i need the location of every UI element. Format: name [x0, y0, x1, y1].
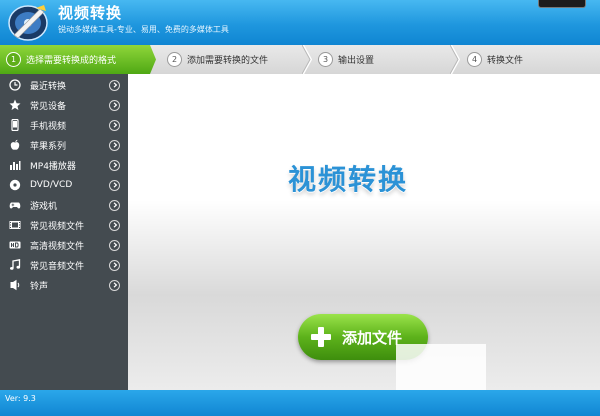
- sidebar-item-common-video-files[interactable]: 常见视频文件: [0, 215, 128, 235]
- title-bar: 视频转换 锐动多媒体工具-专业、易用、免费的多媒体工具: [0, 0, 600, 45]
- sidebar-item-game-console[interactable]: 游戏机: [0, 195, 128, 215]
- sidebar-item-label: 苹果系列: [30, 141, 67, 152]
- step-1-select-format[interactable]: 1 选择需要转换成的格式: [0, 45, 156, 74]
- mp4-player-icon: [10, 161, 21, 170]
- chevron-right-icon: [109, 239, 120, 251]
- sidebar-item-label: 手机视频: [30, 121, 67, 132]
- chevron-right-icon: [109, 259, 120, 271]
- sidebar-item-label: 常见视频文件: [30, 221, 85, 232]
- chevron-right-icon: [109, 79, 120, 91]
- version-label: Ver: 9.3: [5, 394, 36, 403]
- step-label: 输出设置: [338, 56, 375, 66]
- chevron-right-icon: [109, 279, 120, 291]
- step-number-badge: 2: [167, 52, 182, 67]
- chevron-right-icon: [109, 219, 120, 231]
- sidebar-item-label: MP4播放器: [30, 161, 76, 172]
- chevron-right-icon: [109, 199, 120, 211]
- step-3-output-settings[interactable]: 3 输出设置: [318, 45, 374, 74]
- sidebar-item-label: 铃声: [30, 281, 49, 292]
- app-subtitle: 锐动多媒体工具-专业、易用、免费的多媒体工具: [58, 25, 229, 34]
- sidebar-item-label: 游戏机: [30, 201, 58, 212]
- hero-title: 视频转换: [288, 163, 409, 196]
- app-title: 视频转换: [58, 4, 123, 22]
- step-separator-chevron-icon: [450, 45, 460, 74]
- chevron-right-icon: [109, 139, 120, 151]
- sidebar-item-label: 高清视频文件: [30, 241, 85, 252]
- step-number-badge: 4: [467, 52, 482, 67]
- main-panel: 视频转换 添加文件 换: [128, 74, 600, 416]
- sidebar-item-recent[interactable]: 最近转换: [0, 75, 128, 95]
- hd-icon: [9, 241, 21, 249]
- sidebar-item-hd-video-files[interactable]: 高清视频文件: [0, 235, 128, 255]
- ringtone-icon: [10, 279, 20, 291]
- disc-icon: [9, 179, 21, 191]
- chevron-right-icon: [109, 119, 120, 131]
- phone-icon: [11, 119, 19, 131]
- plus-icon: [311, 327, 331, 347]
- add-file-button-label: 添加文件: [342, 329, 403, 347]
- sidebar-item-label: 常见音频文件: [30, 261, 85, 272]
- step-separator-chevron-icon: [302, 45, 312, 74]
- music-note-icon: [10, 259, 21, 270]
- gamepad-icon: [9, 202, 21, 209]
- sidebar-item-common-devices[interactable]: 常见设备: [0, 95, 128, 115]
- film-icon: [9, 221, 21, 229]
- step-label: 选择需要转换成的格式: [26, 56, 117, 66]
- sidebar-item-mobile-video[interactable]: 手机视频: [0, 115, 128, 135]
- clock-icon: [9, 79, 21, 91]
- step-number-badge: 3: [318, 52, 333, 67]
- sidebar-item-common-audio-files[interactable]: 常见音频文件: [0, 255, 128, 275]
- sidebar-item-apple-series[interactable]: 苹果系列: [0, 135, 128, 155]
- step-label: 添加需要转换的文件: [187, 56, 269, 66]
- sidebar-item-label: DVD/VCD: [30, 180, 73, 190]
- sidebar-item-dvd-vcd[interactable]: DVD/VCD: [0, 175, 128, 195]
- star-icon: [9, 99, 21, 110]
- step-2-add-files[interactable]: 2 添加需要转换的文件: [167, 45, 268, 74]
- chevron-right-icon: [109, 159, 120, 171]
- sidebar-item-ringtones[interactable]: 铃声: [0, 275, 128, 295]
- step-label: 转换文件: [487, 56, 524, 66]
- apple-icon: [10, 139, 20, 150]
- chevron-right-icon: [109, 99, 120, 111]
- film-reel-logo-icon: [8, 5, 48, 41]
- step-number-badge: 1: [6, 52, 21, 67]
- step-bar: 1 选择需要转换成的格式 2 添加需要转换的文件 3 输出设置 4 转换文件: [0, 45, 600, 75]
- sidebar-item-label: 最近转换: [30, 81, 67, 92]
- status-bar: Ver: 9.3: [0, 390, 600, 416]
- window-control-buttons[interactable]: [538, 0, 586, 8]
- sidebar-item-label: 常见设备: [30, 101, 67, 112]
- sidebar-item-mp4-player[interactable]: MP4播放器: [0, 155, 128, 175]
- category-sidebar: 最近转换 常见设备 手机视频 苹果系列 MP4播放器 DVD/VCD 游戏机 常…: [0, 74, 128, 390]
- chevron-right-icon: [109, 179, 120, 191]
- app-window: 视频转换 锐动多媒体工具-专业、易用、免费的多媒体工具 1 选择需要转换成的格式…: [0, 0, 600, 416]
- step-4-convert-files[interactable]: 4 转换文件: [467, 45, 523, 74]
